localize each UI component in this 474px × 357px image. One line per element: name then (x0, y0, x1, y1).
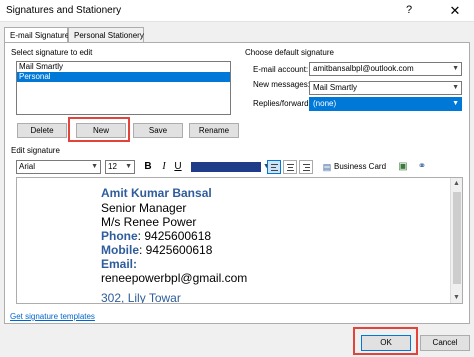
signature-email-label-line: Email: (101, 257, 137, 271)
font-size-select[interactable]: 12 ▼ (105, 160, 135, 174)
signature-email-label: Email (101, 257, 134, 271)
editor-scrollbar[interactable]: ▲ ▼ (450, 178, 462, 303)
new-button-highlight (68, 117, 130, 142)
get-signature-templates-link[interactable]: Get signature templates (10, 312, 95, 321)
scroll-down-icon[interactable]: ▼ (453, 294, 460, 301)
business-card-icon: ▤ (322, 162, 332, 172)
signature-company: M/s Renee Power (101, 215, 197, 229)
signature-phone-label: Phone (101, 229, 138, 243)
delete-button[interactable]: Delete (17, 123, 67, 138)
signature-phone: : 9425600618 (137, 229, 212, 243)
signature-mobile-label: Mobile (101, 243, 139, 257)
signature-address: 302, Lily Towar (101, 291, 181, 304)
ok-button-highlight (353, 327, 418, 355)
signature-name: Amit Kumar Bansal (101, 186, 212, 200)
rename-button[interactable]: Rename (189, 123, 239, 138)
font-family-value: Arial (19, 162, 36, 171)
align-left-button[interactable] (267, 160, 281, 174)
signature-item-mail-smartly[interactable]: Mail Smartly (17, 62, 230, 72)
save-button[interactable]: Save (133, 123, 183, 138)
email-account-label: E-mail account: (253, 65, 309, 74)
signature-list[interactable]: Mail Smartly Personal (16, 61, 231, 115)
replies-forwards-value: (none) (313, 99, 337, 108)
signature-editor[interactable]: Amit Kumar Bansal Senior Manager M/s Ren… (16, 177, 463, 304)
align-right-button[interactable] (299, 160, 313, 174)
picture-icon[interactable]: ▣ (396, 160, 410, 174)
replies-forwards-select[interactable]: (none) ▼ (309, 97, 462, 111)
help-button[interactable]: ? (406, 4, 412, 16)
new-messages-value: Mail Smartly (313, 83, 358, 92)
edit-signature-label: Edit signature (11, 146, 60, 155)
italic-button[interactable]: I (158, 160, 170, 174)
font-family-select[interactable]: Arial ▼ (16, 160, 101, 174)
signature-email-colon: : (133, 257, 138, 271)
chevron-down-icon: ▼ (91, 163, 98, 170)
bold-button[interactable]: B (142, 160, 154, 174)
chevron-down-icon: ▼ (125, 163, 132, 170)
chevron-down-icon: ▼ (452, 84, 459, 91)
chevron-down-icon: ▼ (452, 100, 459, 107)
window-title: Signatures and Stationery (6, 5, 122, 16)
signature-item-personal[interactable]: Personal (17, 72, 230, 82)
align-center-button[interactable] (283, 160, 297, 174)
scroll-up-icon[interactable]: ▲ (453, 180, 460, 187)
font-size-value: 12 (108, 162, 117, 171)
new-messages-label: New messages: (253, 80, 310, 89)
font-color-swatch[interactable] (191, 162, 261, 172)
signature-title: Senior Manager (101, 201, 187, 215)
email-account-select[interactable]: amitbansalbpl@outlook.com ▼ (309, 62, 462, 76)
select-signature-label: Select signature to edit (11, 48, 93, 57)
signature-email: reneepowerbpl@gmail.com (101, 271, 248, 285)
hyperlink-icon[interactable]: ⚭ (415, 160, 429, 174)
email-account-value: amitbansalbpl@outlook.com (313, 64, 414, 73)
choose-default-label: Choose default signature (245, 48, 334, 57)
underline-button[interactable]: U (172, 160, 184, 174)
tab-personal-stationery[interactable]: Personal Stationery (68, 27, 144, 43)
replies-forwards-label: Replies/forwards: (253, 99, 315, 108)
chevron-down-icon: ▼ (452, 65, 459, 72)
business-card-button[interactable]: Business Card (334, 160, 396, 174)
signature-mobile-line: Mobile: 9425600618 (101, 243, 212, 257)
signature-mobile: : 9425600618 (139, 243, 213, 257)
cancel-button[interactable]: Cancel (420, 335, 470, 351)
title-bar: Signatures and Stationery ? ✕ (0, 0, 474, 22)
new-messages-select[interactable]: Mail Smartly ▼ (309, 81, 462, 95)
close-button[interactable]: ✕ (440, 1, 470, 21)
formatting-toolbar: Arial ▼ 12 ▼ B I U ▼ ▤ Business Card ▣ ⚭ (16, 158, 464, 176)
signature-phone-line: Phone: 9425600618 (101, 229, 211, 243)
scroll-thumb[interactable] (453, 192, 461, 284)
